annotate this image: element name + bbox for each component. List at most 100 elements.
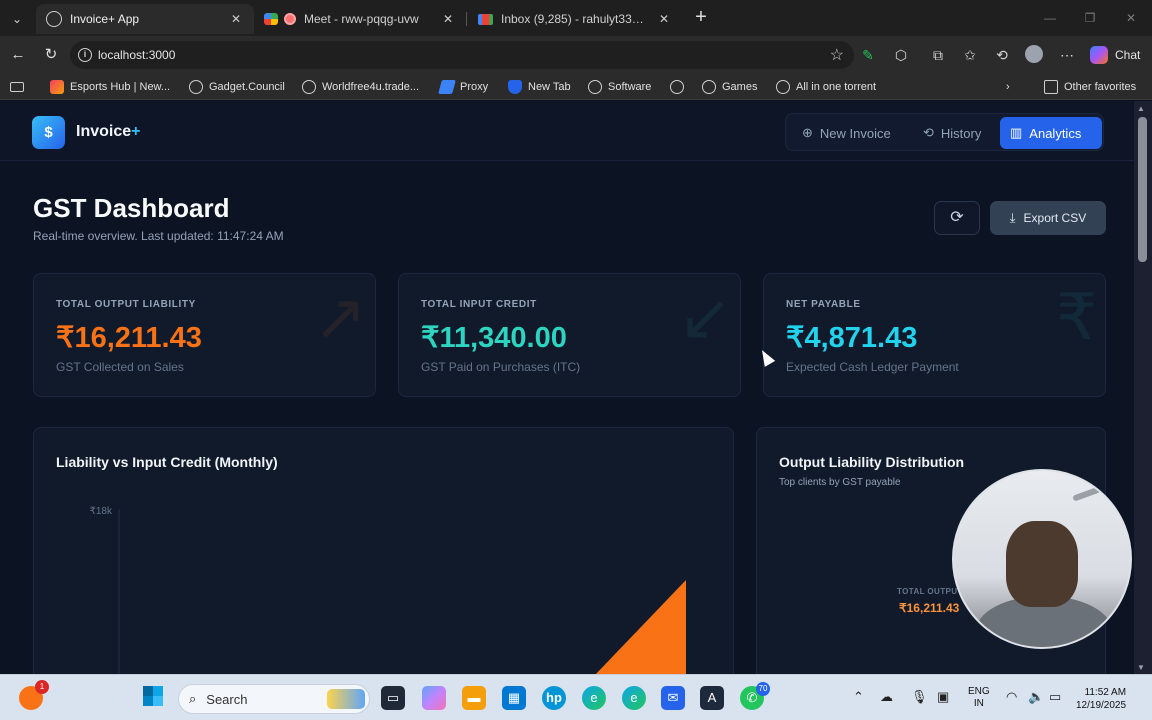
history-browser-icon[interactable]: ⟲: [992, 45, 1012, 65]
taskbar-search[interactable]: ⌕ Search: [178, 684, 370, 714]
donut-center-value: ₹16,211.43: [899, 601, 960, 615]
scroll-up-icon[interactable]: ▲: [1137, 104, 1145, 113]
last-updated-text: Real-time overview. Last updated: 11:47:…: [33, 229, 284, 243]
monthly-chart-svg: ₹18k: [90, 506, 686, 674]
file-explorer-icon[interactable]: ▬: [462, 686, 486, 710]
reload-icon[interactable]: ↻: [40, 44, 62, 66]
close-tab-icon[interactable]: ✕: [440, 12, 456, 26]
close-tab-icon[interactable]: ✕: [656, 12, 672, 26]
microphone-icon[interactable]: 🎙: [911, 689, 928, 705]
globe-icon: [670, 80, 684, 94]
bookmark-gadget-council[interactable]: Gadget.Council: [189, 79, 285, 95]
close-window-icon[interactable]: ✕: [1121, 8, 1141, 28]
export-label: Export CSV: [1023, 211, 1087, 225]
extensions-icon[interactable]: ⬡: [891, 45, 911, 65]
bookmark-label: Gadget.Council: [209, 81, 285, 93]
other-favorites-label: Other favorites: [1064, 81, 1137, 93]
history-icon: ⟲: [923, 125, 934, 140]
clock-date: 12/19/2025: [1076, 700, 1127, 711]
tab-invoice-app[interactable]: Invoice+ App ✕: [36, 4, 254, 34]
task-view-icon[interactable]: ▭: [381, 686, 405, 710]
nav-analytics[interactable]: ▥ Analytics: [1000, 117, 1102, 149]
bookmark-esports-hub[interactable]: Esports Hub | New...: [50, 79, 170, 95]
bookmark-new-tab[interactable]: New Tab: [508, 79, 571, 95]
microsoft-store-icon[interactable]: ▦: [502, 686, 526, 710]
export-csv-button[interactable]: ⤓ Export CSV: [990, 201, 1106, 235]
stat-card-input-credit: ↙ TOTAL INPUT CREDIT ₹11,340.00 GST Paid…: [398, 273, 741, 397]
sidebar-toggle-icon[interactable]: [10, 79, 24, 95]
address-bar[interactable]: i localhost:3000 ☆: [70, 41, 854, 69]
nav-new-invoice[interactable]: ⊕ New Invoice: [792, 117, 901, 149]
windows-taskbar: 1 ⌕ Search ▭ ▬ ▦ hp e e ✉ A ✆ 70 ⌃ ☁ 🎙 ▣…: [0, 674, 1152, 720]
invoice-logo-icon[interactable]: $: [32, 116, 65, 149]
onedrive-icon[interactable]: ☁: [880, 689, 893, 705]
copilot-icon[interactable]: [422, 686, 446, 710]
notification-badge: 1: [35, 680, 49, 694]
battery-icon[interactable]: ▭: [1049, 689, 1061, 705]
brand-name[interactable]: Invoice+: [76, 123, 140, 141]
download-icon: ⤓: [1009, 210, 1016, 225]
liability-area-series: [595, 580, 686, 674]
whatsapp-icon[interactable]: ✆ 70: [740, 682, 770, 710]
bookmark-software[interactable]: Software: [588, 79, 651, 95]
copilot-chat-button[interactable]: Chat: [1086, 43, 1148, 67]
esports-icon: [50, 80, 64, 94]
more-menu-icon[interactable]: ⋯: [1057, 45, 1077, 65]
brand-text: Invoice: [76, 123, 132, 140]
new-tab-icon[interactable]: +: [690, 7, 712, 29]
nav-label: Analytics: [1029, 125, 1082, 141]
page-scrollbar[interactable]: ▲ ▼: [1134, 101, 1152, 674]
hp-icon[interactable]: hp: [542, 686, 566, 710]
clock-time: 11:52 AM: [1084, 687, 1127, 698]
stat-value: ₹16,211.43: [56, 322, 202, 354]
system-clock[interactable]: 11:52 AM 12/19/2025: [1076, 686, 1126, 712]
refresh-button[interactable]: ⟳: [934, 201, 980, 235]
bookmarks-overflow-chevron-icon[interactable]: ›: [1006, 79, 1010, 95]
bookmark-all-in-one-torrent[interactable]: All in one torrent: [776, 79, 876, 95]
volume-icon[interactable]: 🔈: [1028, 689, 1044, 705]
main-nav: ⊕ New Invoice ⟲ History ▥ Analytics: [785, 113, 1104, 151]
favorites-icon[interactable]: ✩: [960, 45, 980, 65]
other-favorites[interactable]: Other favorites: [1044, 79, 1136, 95]
scroll-thumb[interactable]: [1138, 117, 1147, 262]
chat-label: Chat: [1115, 48, 1141, 62]
restore-icon[interactable]: ❐: [1080, 8, 1100, 28]
chart-title: Output Liability Distribution: [779, 454, 965, 470]
tab-actions-menu-icon[interactable]: ⌄: [6, 8, 28, 30]
stat-value: ₹4,871.43: [786, 322, 918, 354]
outlook-icon[interactable]: ✉: [661, 686, 685, 710]
search-highlight-image: [327, 689, 365, 709]
wifi-icon[interactable]: ◠: [1006, 689, 1017, 705]
bookmark-proxy[interactable]: Proxy: [438, 79, 488, 95]
bookmark-worldfree4u[interactable]: Worldfree4u.trade...: [302, 79, 419, 95]
display-icon[interactable]: ▣: [937, 689, 949, 705]
scroll-down-icon[interactable]: ▼: [1137, 663, 1145, 672]
chart-subtitle: Top clients by GST payable: [779, 477, 901, 488]
url-text[interactable]: localhost:3000: [98, 48, 175, 62]
nav-history[interactable]: ⟲ History: [913, 117, 991, 149]
notification-app-icon[interactable]: 1: [19, 680, 49, 710]
recording-icon: [284, 13, 296, 25]
favorite-star-icon[interactable]: ☆: [830, 45, 844, 65]
stat-description: GST Collected on Sales: [56, 360, 184, 374]
search-icon: ⌕: [189, 691, 197, 706]
pen-extension-icon[interactable]: ✎: [858, 45, 878, 65]
edge-browser-icon[interactable]: e: [582, 686, 606, 710]
minimize-icon[interactable]: —: [1040, 8, 1060, 28]
edge-dev-icon[interactable]: e: [622, 686, 646, 710]
nav-label: History: [940, 125, 982, 141]
tray-overflow-chevron-icon[interactable]: ⌃: [853, 689, 864, 705]
terminal-app-icon[interactable]: A: [700, 686, 724, 710]
back-icon[interactable]: ←: [7, 44, 29, 66]
tab-gmail[interactable]: Inbox (9,285) - rahulyt333@gmail. ✕: [468, 4, 682, 34]
bookmark-games[interactable]: Games: [702, 79, 757, 95]
profile-avatar-icon[interactable]: [1024, 45, 1044, 65]
bookmark-globe[interactable]: [670, 79, 690, 95]
tab-meet[interactable]: Meet - rww-pqqg-uvw ✕: [254, 4, 466, 34]
start-windows-icon[interactable]: [141, 686, 165, 710]
close-tab-icon[interactable]: ✕: [228, 12, 244, 26]
site-info-icon[interactable]: i: [78, 48, 92, 62]
split-screen-icon[interactable]: ⧉: [928, 45, 948, 65]
language-indicator[interactable]: ENG IN: [968, 686, 990, 710]
tab-title: Invoice+ App: [70, 12, 140, 26]
